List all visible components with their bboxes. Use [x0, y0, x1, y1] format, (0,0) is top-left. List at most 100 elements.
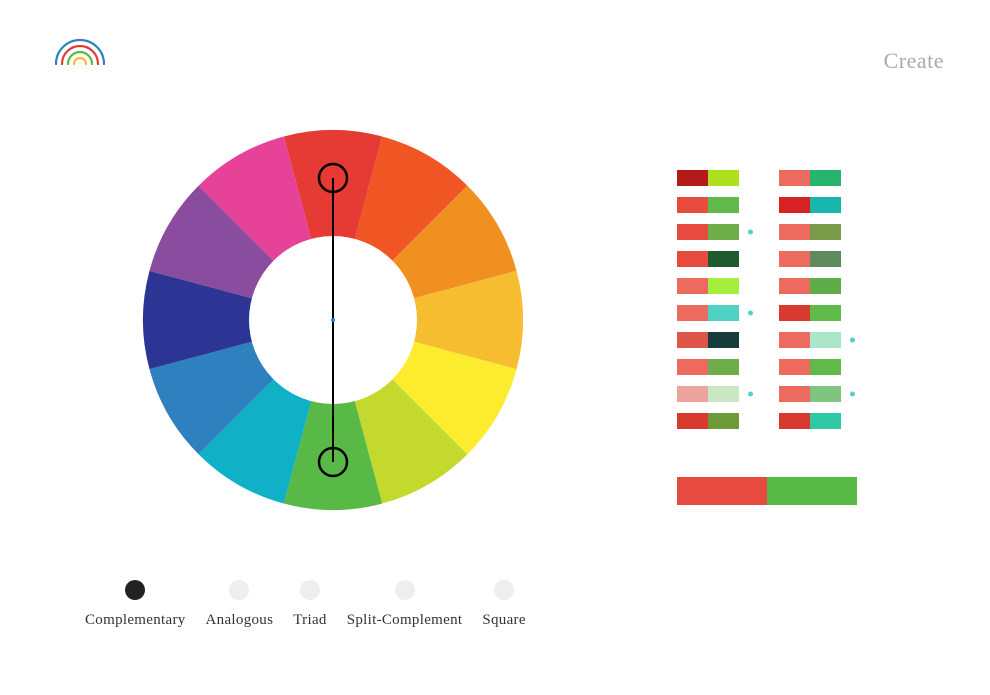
selected-indicator-icon — [850, 392, 855, 397]
palette-row — [677, 332, 739, 348]
palette-row — [677, 359, 739, 375]
tab-dot-icon — [300, 580, 320, 600]
palette-suggestions — [677, 170, 841, 429]
palette-swatch-pair[interactable] — [677, 386, 739, 402]
swatch-b — [708, 413, 739, 429]
swatch-b — [810, 305, 841, 321]
palette-row — [779, 170, 841, 186]
palette-row — [677, 197, 739, 213]
tab-triad[interactable]: Triad — [283, 580, 336, 629]
palette-row — [677, 251, 739, 267]
swatch-a — [677, 197, 708, 213]
swatch-b — [708, 251, 739, 267]
palette-swatch-pair[interactable] — [779, 224, 841, 240]
palette-swatch-pair[interactable] — [677, 413, 739, 429]
tab-analogous[interactable]: Analogous — [196, 580, 284, 629]
tab-square[interactable]: Square — [472, 580, 535, 629]
harmony-tabs: Complementary Analogous Triad Split-Complem… — [75, 580, 536, 629]
tab-label: Complementary — [85, 612, 186, 629]
tab-label: Analogous — [206, 612, 274, 629]
swatch-a — [677, 332, 708, 348]
swatch-b — [708, 305, 739, 321]
swatch-b — [708, 197, 739, 213]
palette-swatch-pair[interactable] — [677, 251, 739, 267]
nav-create-link[interactable]: Create — [884, 48, 944, 74]
swatch-b — [708, 359, 739, 375]
swatch-a — [779, 170, 810, 186]
palette-row — [779, 386, 841, 402]
palette-swatch-pair[interactable] — [677, 332, 739, 348]
palette-row — [779, 278, 841, 294]
swatch-a — [677, 251, 708, 267]
swatch-b — [810, 332, 841, 348]
selected-indicator-icon — [748, 230, 753, 235]
swatch-a — [779, 359, 810, 375]
swatch-a — [677, 170, 708, 186]
swatch-a — [677, 386, 708, 402]
main-color-pair[interactable] — [677, 477, 857, 505]
tab-label: Triad — [293, 612, 326, 629]
swatch-b — [810, 386, 841, 402]
selected-indicator-icon — [850, 338, 855, 343]
swatch-a — [677, 278, 708, 294]
swatch-a — [779, 386, 810, 402]
palette-row — [779, 197, 841, 213]
tab-label: Square — [482, 612, 525, 629]
main-swatch-b — [767, 477, 857, 505]
swatch-a — [779, 251, 810, 267]
logo-rainbow-icon[interactable] — [50, 30, 110, 70]
palette-row — [677, 305, 739, 321]
palette-swatch-pair[interactable] — [779, 386, 841, 402]
palette-swatch-pair[interactable] — [779, 170, 841, 186]
swatch-b — [708, 332, 739, 348]
palette-swatch-pair[interactable] — [677, 278, 739, 294]
tab-dot-icon — [494, 580, 514, 600]
palette-row — [677, 278, 739, 294]
palette-swatch-pair[interactable] — [779, 332, 841, 348]
swatch-b — [810, 251, 841, 267]
swatch-a — [779, 278, 810, 294]
palette-row — [779, 251, 841, 267]
palette-row — [677, 224, 739, 240]
swatch-b — [708, 224, 739, 240]
palette-row — [677, 413, 739, 429]
swatch-b — [810, 197, 841, 213]
palette-row — [779, 305, 841, 321]
swatch-b — [708, 170, 739, 186]
main-swatch-a — [677, 477, 767, 505]
tab-split-complement[interactable]: Split-Complement — [337, 580, 473, 629]
swatch-b — [810, 170, 841, 186]
tab-complementary[interactable]: Complementary — [75, 580, 196, 629]
palette-swatch-pair[interactable] — [779, 359, 841, 375]
swatch-b — [810, 413, 841, 429]
palette-swatch-pair[interactable] — [677, 197, 739, 213]
palette-swatch-pair[interactable] — [677, 224, 739, 240]
swatch-a — [779, 332, 810, 348]
swatch-b — [810, 359, 841, 375]
swatch-a — [677, 305, 708, 321]
swatch-a — [677, 413, 708, 429]
palette-swatch-pair[interactable] — [677, 305, 739, 321]
palette-swatch-pair[interactable] — [677, 170, 739, 186]
palette-row — [779, 224, 841, 240]
tab-dot-icon — [125, 580, 145, 600]
tab-label: Split-Complement — [347, 612, 463, 629]
swatch-a — [779, 197, 810, 213]
palette-swatch-pair[interactable] — [779, 278, 841, 294]
color-wheel[interactable] — [123, 110, 543, 530]
palette-swatch-pair[interactable] — [779, 251, 841, 267]
swatch-a — [779, 305, 810, 321]
palette-row — [779, 332, 841, 348]
swatch-a — [677, 359, 708, 375]
tab-dot-icon — [229, 580, 249, 600]
swatch-b — [810, 278, 841, 294]
palette-row — [677, 386, 739, 402]
swatch-b — [810, 224, 841, 240]
palette-swatch-pair[interactable] — [677, 359, 739, 375]
palette-swatch-pair[interactable] — [779, 413, 841, 429]
palette-swatch-pair[interactable] — [779, 305, 841, 321]
swatch-b — [708, 386, 739, 402]
palette-row — [677, 170, 739, 186]
palette-swatch-pair[interactable] — [779, 197, 841, 213]
selected-indicator-icon — [748, 392, 753, 397]
